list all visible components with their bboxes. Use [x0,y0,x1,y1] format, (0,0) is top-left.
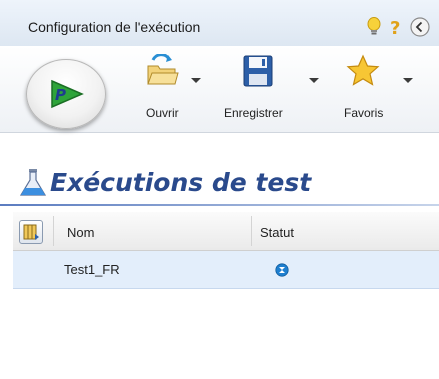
run-configuration-panel: Configuration de l'exécution ? P Ouvrir … [0,0,439,379]
svg-text:?: ? [390,18,400,38]
toolbar: P Ouvrir Enregistrer Favoris [0,46,439,133]
save-label: Enregistrer [224,106,283,120]
open-button[interactable]: Ouvrir [135,53,215,124]
run-play-icon: P [51,79,84,109]
column-header-status[interactable]: Statut [260,225,294,240]
grid-header: Nom Statut [13,212,439,251]
test-runs-grid: Nom Statut Test1_FR [13,212,439,289]
status-pending-icon [275,263,289,280]
lightbulb-icon[interactable] [363,16,385,38]
floppy-disk-icon [242,54,274,91]
table-row[interactable]: Test1_FR [13,251,439,289]
favorites-dropdown-caret[interactable] [403,78,413,83]
run-name-cell[interactable]: Test1_FR [64,262,120,277]
save-dropdown-caret[interactable] [309,78,319,83]
favorites-label: Favoris [344,106,384,120]
section-heading: Exécutions de test [0,160,439,204]
columns-icon [23,224,39,240]
star-icon [346,54,380,91]
favorites-button[interactable]: Favoris [330,54,420,124]
title-bar: Configuration de l'exécution ? [0,0,439,47]
open-dropdown-caret[interactable] [191,78,201,83]
help-icon[interactable]: ? [386,16,408,39]
column-separator[interactable] [251,216,252,246]
window-title: Configuration de l'exécution [28,19,201,35]
open-folder-icon [145,53,179,91]
open-label: Ouvrir [146,106,179,120]
flask-icon [19,168,47,201]
run-button[interactable]: P [26,59,106,129]
back-icon[interactable] [409,16,431,38]
column-header-name[interactable]: Nom [67,225,94,240]
column-chooser-button[interactable] [19,220,43,244]
section-title: Exécutions de test [50,168,312,197]
svg-text:P: P [55,86,66,104]
column-separator[interactable] [53,216,54,246]
section-divider [0,204,439,206]
save-button[interactable]: Enregistrer [217,54,319,124]
